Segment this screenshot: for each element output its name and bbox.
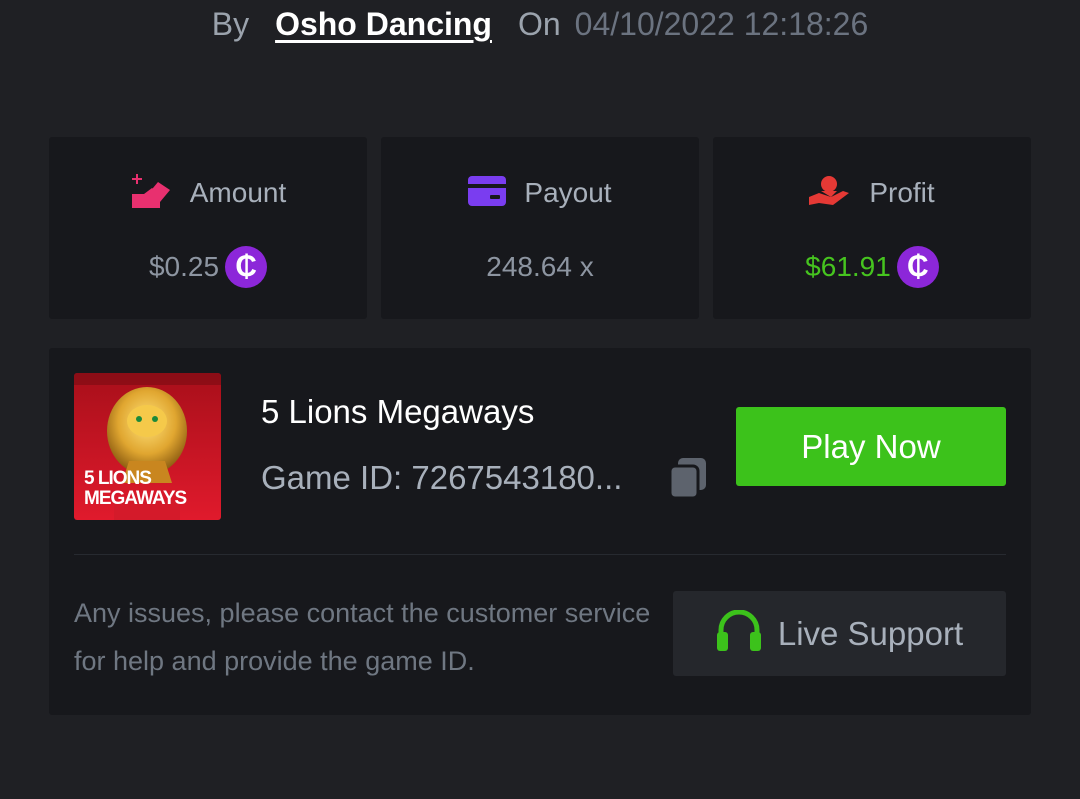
on-label: On: [517, 6, 561, 42]
amount-label: Amount: [189, 177, 287, 208]
play-now-button[interactable]: Play Now: [736, 407, 1006, 486]
game-thumbnail[interactable]: 5 LIONS MEGAWAYS: [74, 373, 221, 520]
live-support-label: Live Support: [777, 614, 964, 652]
amount-value: $0.25: [148, 251, 220, 282]
live-support-button[interactable]: Live Support: [673, 591, 1006, 676]
money-hand-icon: [809, 175, 851, 212]
game-id: Game ID: 7267543180...: [261, 459, 623, 496]
profit-card: Profit $61.91 ₵: [713, 137, 1031, 319]
thumbnail-title-line2: MEGAWAYS: [84, 488, 187, 509]
coin-icon: ₵: [896, 246, 939, 288]
player-username-link[interactable]: Osho Dancing: [275, 6, 492, 42]
credit-card-icon: [468, 175, 507, 211]
copy-icon[interactable]: [668, 458, 708, 500]
payout-value: 248.64 x: [486, 251, 594, 282]
headset-icon: [716, 609, 762, 657]
bet-datetime: 04/10/2022 12:18:26: [574, 6, 869, 42]
amount-card: Amount $0.25 ₵: [49, 137, 367, 319]
game-title: 5 Lions Megaways: [261, 393, 535, 430]
coin-icon: ₵: [225, 246, 268, 288]
help-text: Any issues, please contact the customer …: [74, 598, 651, 676]
profit-label: Profit: [869, 177, 935, 208]
by-label: By: [211, 6, 250, 42]
profit-value: $61.91: [805, 251, 891, 282]
bet-hand-icon: [130, 173, 172, 213]
thumbnail-title-line1: 5 LIONS: [84, 468, 152, 489]
payout-label: Payout: [524, 177, 612, 208]
payout-card: Payout 248.64 x: [381, 137, 699, 319]
bet-byline: By Osho Dancing On 04/10/2022 12:18:26: [0, 4, 1080, 44]
divider: [74, 554, 1006, 555]
game-card: 5 LIONS MEGAWAYS 5 Lions Megaways Game I…: [49, 348, 1031, 715]
bet-details-page: By Osho Dancing On 04/10/2022 12:18:26 Amou…: [0, 0, 1080, 799]
